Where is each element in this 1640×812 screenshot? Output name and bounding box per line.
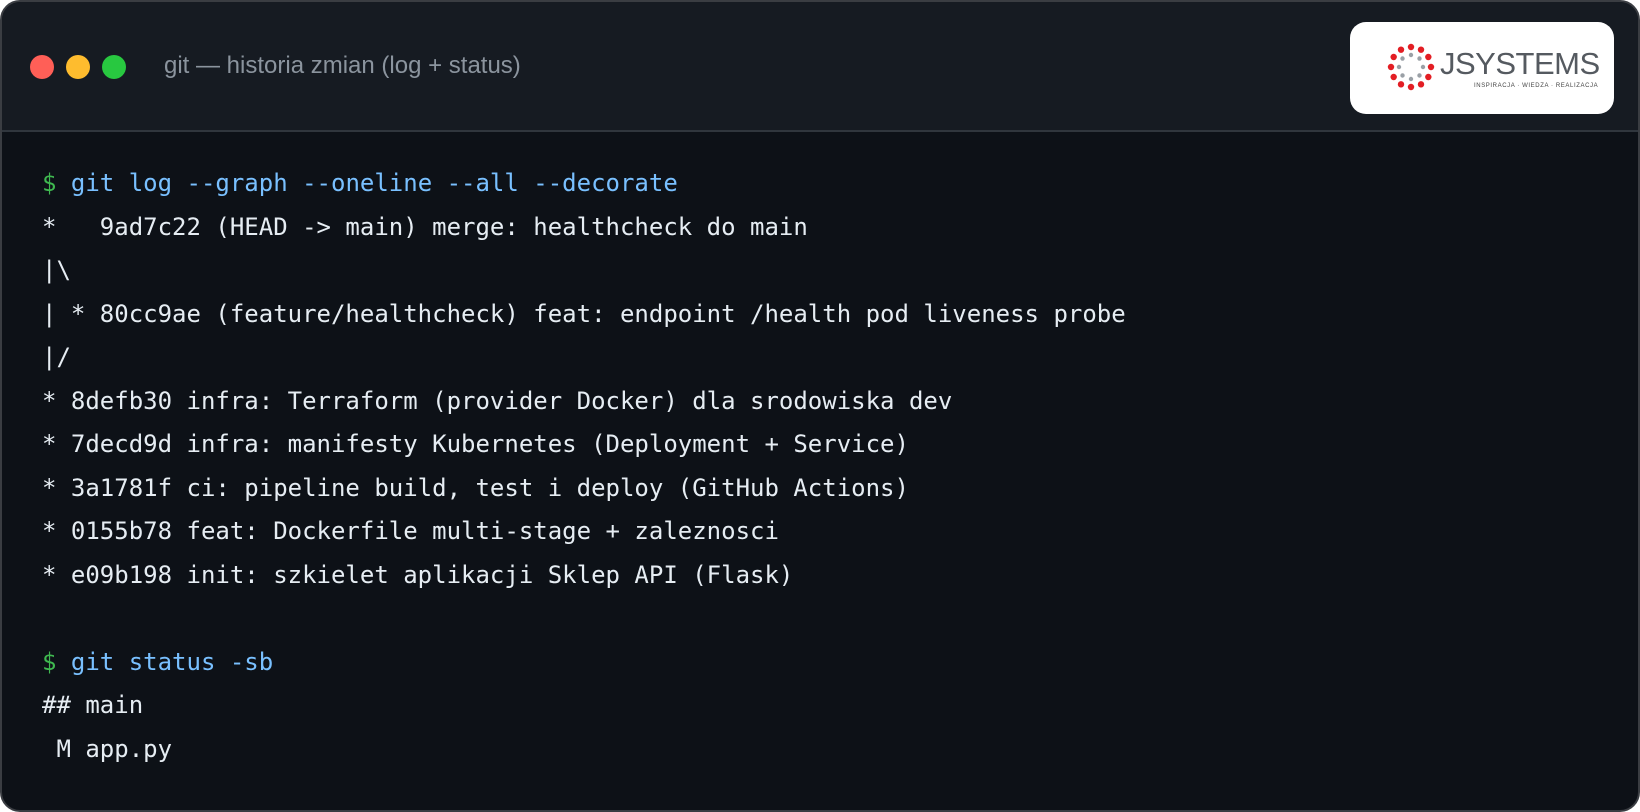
log-line: |/	[42, 343, 71, 371]
logo-dot	[1417, 81, 1425, 88]
log-line: * 0155b78 feat: Dockerfile multi-stage +…	[42, 517, 779, 545]
logo-dot	[1408, 52, 1414, 58]
logo-dot	[1387, 63, 1395, 71]
title-bar: git — historia zmian (log + status) JSYS…	[2, 2, 1638, 132]
status-line: M app.py	[42, 734, 173, 763]
log-line: * e09b198 init: szkielet aplikacji Sklep…	[42, 560, 794, 589]
logo-name: JSYSTEMS	[1440, 46, 1600, 81]
log-line: |\	[42, 256, 71, 284]
status-line: ## main	[42, 691, 144, 719]
command-text: git log --graph --oneline --all --decora…	[70, 169, 678, 197]
logo-dot	[1417, 56, 1422, 61]
log-line: * 3a1781f ci: pipeline build, test i dep…	[42, 473, 909, 502]
logo-dot	[1407, 83, 1415, 91]
status-output: ## main M app.py	[42, 684, 1602, 771]
jsystems-logo-icon	[1387, 43, 1435, 91]
logo-dot	[1417, 73, 1422, 78]
log-line: * 7decd9d infra: manifesty Kubernetes (D…	[42, 430, 909, 458]
window-title: git — historia zmian (log + status)	[164, 52, 521, 79]
logo-dot	[1396, 64, 1402, 70]
command-line-status: $ git status -sb	[42, 641, 1602, 685]
log-output: * 9ad7c22 (HEAD -> main) merge: healthch…	[42, 206, 1602, 598]
logo-dot	[1390, 53, 1397, 61]
command-text: git status -sb	[70, 647, 274, 676]
prompt-symbol: $	[42, 169, 57, 197]
logo-dot	[1400, 56, 1405, 61]
log-line: * 9ad7c22 (HEAD -> main) merge: healthch…	[42, 212, 808, 241]
prompt-symbol: $	[42, 647, 57, 676]
terminal-window: git — historia zmian (log + status) JSYS…	[0, 0, 1640, 812]
log-line: | * 80cc9ae (feature/healthcheck) feat: …	[42, 299, 1126, 328]
log-line: * 8defb30 infra: Terraform (provider Doc…	[42, 386, 953, 415]
terminal-output[interactable]: $ git log --graph --oneline --all --deco…	[42, 162, 1602, 771]
company-logo: JSYSTEMS INSPIRACJA · WIEDZA · REALIZACJ…	[1350, 22, 1614, 114]
logo-dot	[1417, 46, 1425, 53]
logo-dot	[1425, 73, 1432, 81]
command-line-log: $ git log --graph --oneline --all --deco…	[42, 162, 1602, 206]
maximize-window-button[interactable]	[102, 55, 126, 79]
logo-dot	[1408, 76, 1414, 82]
logo-dot	[1397, 46, 1405, 53]
close-window-button[interactable]	[30, 55, 54, 79]
logo-dot	[1420, 64, 1426, 70]
logo-tagline: INSPIRACJA · WIEDZA · REALIZACJA	[1474, 83, 1599, 89]
logo-dot	[1407, 43, 1415, 51]
logo-dot	[1397, 81, 1405, 88]
logo-dot	[1425, 53, 1432, 61]
logo-dot	[1390, 73, 1397, 81]
minimize-window-button[interactable]	[66, 55, 90, 79]
logo-dot	[1400, 73, 1405, 78]
logo-dot	[1427, 63, 1435, 71]
logo-wordmark: JSYSTEMS	[1440, 46, 1600, 82]
